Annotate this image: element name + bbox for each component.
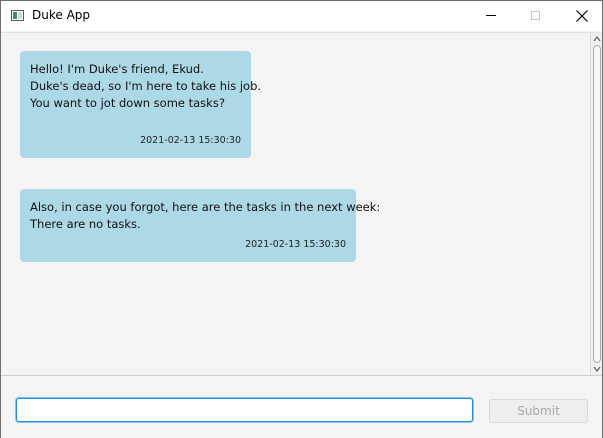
scroll-up-arrow-icon[interactable] xyxy=(593,35,601,43)
message-line: Duke's dead, so I'm here to take his job… xyxy=(30,79,262,93)
minimize-icon xyxy=(486,15,496,16)
app-window-icon xyxy=(11,10,24,21)
minimize-button[interactable] xyxy=(467,1,513,31)
window-title: Duke App xyxy=(32,8,91,22)
dialog-container[interactable]: Hello! I'm Duke's friend, Ekud. Duke's d… xyxy=(1,32,602,375)
input-bar: Submit xyxy=(1,375,602,438)
message-line: Also, in case you forgot, here are the t… xyxy=(30,200,381,214)
maximize-icon xyxy=(531,11,540,20)
message-bubble: Hello! I'm Duke's friend, Ekud. Duke's d… xyxy=(20,51,262,158)
message-line: You want to jot down some tasks? xyxy=(30,96,225,110)
message-bubble: Also, in case you forgot, here are the t… xyxy=(20,189,381,262)
close-button[interactable] xyxy=(559,1,603,31)
scrollbar-thumb[interactable] xyxy=(593,45,601,363)
message-timestamp: 2021-02-13 15:30:30 xyxy=(245,239,346,250)
message-line: Hello! I'm Duke's friend, Ekud. xyxy=(30,62,204,76)
vertical-scrollbar[interactable] xyxy=(590,33,602,375)
title-bar[interactable]: Duke App xyxy=(1,1,602,31)
user-input-field[interactable] xyxy=(16,398,473,422)
close-icon xyxy=(576,10,588,22)
scroll-down-arrow-icon[interactable] xyxy=(593,365,601,373)
message-timestamp: 2021-02-13 15:30:30 xyxy=(140,135,241,146)
message-line: There are no tasks. xyxy=(30,217,141,231)
submit-button[interactable]: Submit xyxy=(489,399,588,423)
app-window: Duke App Hello! I'm Duke's friend, Ekud.… xyxy=(0,0,603,438)
maximize-button[interactable] xyxy=(513,1,559,31)
